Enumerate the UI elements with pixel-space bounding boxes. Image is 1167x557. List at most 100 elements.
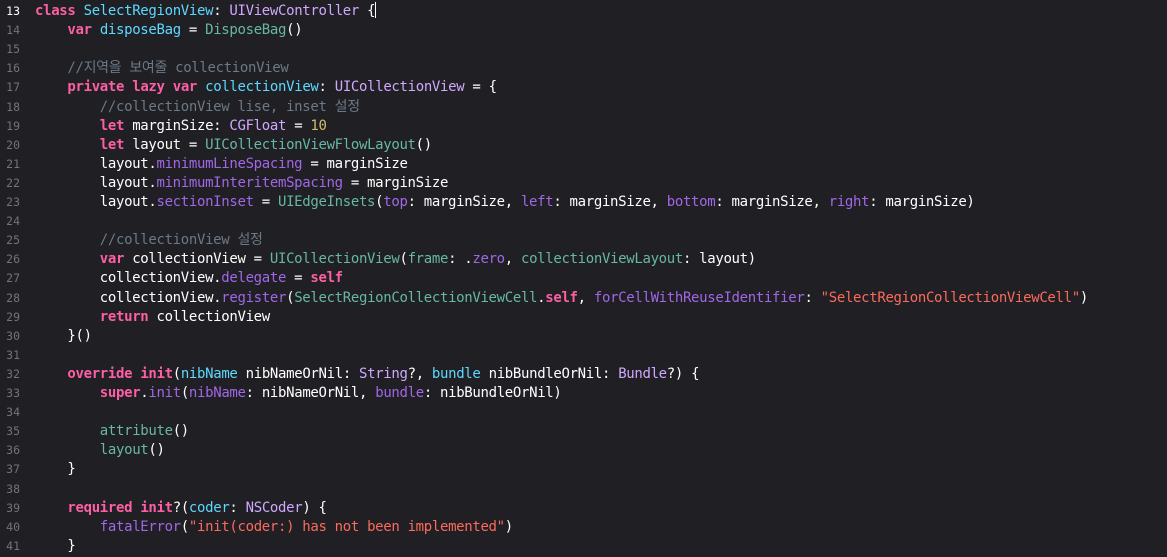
code-line[interactable]: 34 (0, 403, 1167, 422)
code-line[interactable]: 15 (0, 40, 1167, 59)
code-line[interactable]: 24 (0, 212, 1167, 231)
code-token: ( (399, 251, 408, 268)
code-token: init (148, 385, 181, 401)
line-code: required init?(coder: NSCoder) { (35, 499, 327, 518)
code-token: ( (180, 385, 189, 401)
line-number: 20 (6, 137, 20, 152)
code-line[interactable]: 22 layout.minimumInteritemSpacing = marg… (0, 174, 1167, 193)
code-line[interactable]: 14 var disposeBag = DisposeBag() (0, 21, 1167, 40)
code-token: "SelectRegionCollectionViewCell" (820, 289, 1081, 306)
code-token: () (148, 442, 165, 459)
line-code: layout() (35, 441, 165, 460)
code-line[interactable]: 16 //지역을 보여줄 collectionView (0, 59, 1167, 78)
line-number: 23 (6, 195, 20, 209)
code-line[interactable]: 32 override init(nibName nibNameOrNil: S… (0, 365, 1167, 384)
code-token: : . (448, 251, 473, 268)
code-token: : layout) (682, 251, 756, 268)
code-token: = (180, 22, 206, 39)
line-code: collectionView.delegate = self (35, 269, 343, 288)
line-code: }() (35, 327, 92, 346)
code-line[interactable]: 13 class SelectRegionView: UIViewControll… (0, 2, 1167, 21)
code-token: UICollectionViewFlowLayout (205, 136, 416, 153)
code-token: : nibBundleOrNil) (423, 385, 562, 401)
line-number: 27 (6, 271, 20, 286)
code-line[interactable]: 19 let marginSize: CGFloat = 10 (0, 117, 1167, 136)
code-token: SelectRegionView (83, 3, 214, 19)
code-token: //collectionView 설정 (99, 232, 263, 249)
code-token: self (545, 289, 578, 306)
line-number: 33 (6, 386, 20, 400)
line-number: 30 (6, 328, 20, 343)
code-token: collectionView. (35, 289, 222, 306)
line-number: 16 (6, 61, 20, 76)
code-token: layout. (35, 155, 157, 172)
line-number: 29 (6, 309, 20, 324)
code-token: right (828, 194, 870, 210)
line-code: layout.minimumInteritemSpacing = marginS… (35, 174, 449, 193)
code-editor[interactable]: 13 class SelectRegionView: UIViewControll… (0, 0, 1167, 557)
code-token: : (229, 499, 246, 516)
code-token: layout. (35, 194, 157, 210)
code-line[interactable]: 41 } (0, 537, 1167, 556)
code-line[interactable]: 29 return collectionView (0, 308, 1167, 327)
line-number: 35 (6, 424, 20, 439)
code-token: } (35, 461, 76, 478)
code-line[interactable]: 37 } (0, 460, 1167, 479)
code-line[interactable]: 40 fatalError("init(coder:) has not been… (0, 518, 1167, 537)
code-line[interactable]: 33 super.init(nibName: nibNameOrNil, bun… (0, 384, 1167, 403)
code-token: String (359, 365, 408, 382)
line-number: 18 (6, 99, 20, 114)
code-token: super (99, 385, 141, 401)
code-token: register (221, 289, 287, 306)
code-token: minimumInteritemSpacing (156, 174, 343, 191)
code-token: = (286, 117, 311, 134)
code-line[interactable]: 25 //collectionView 설정 (0, 231, 1167, 250)
code-token: ?) { (666, 365, 700, 382)
code-token: 10 (310, 117, 327, 134)
line-number: 40 (6, 519, 20, 534)
code-line[interactable]: 20 let layout = UICollectionViewFlowLayo… (0, 136, 1167, 155)
line-number: 25 (6, 233, 20, 248)
code-line[interactable]: 31 (0, 346, 1167, 365)
code-token: : marginSize, (715, 194, 829, 210)
code-line[interactable]: 36 layout() (0, 441, 1167, 460)
code-token: () (172, 423, 190, 440)
code-line[interactable]: 23 layout.sectionInset = UIEdgeInsets(to… (0, 193, 1167, 212)
code-token: nibName (180, 365, 238, 382)
code-line[interactable]: 39 required init?(coder: NSCoder) { (0, 499, 1167, 518)
code-token: private (67, 79, 125, 96)
code-token: sectionInset (156, 194, 254, 210)
code-token: delegate (221, 270, 287, 287)
code-line[interactable]: 30 }() (0, 327, 1167, 346)
code-token: UIViewController (229, 3, 359, 19)
line-code: fatalError("init(coder:) has not been im… (35, 518, 513, 537)
code-line[interactable]: 26 var collectionView = UICollectionView… (0, 250, 1167, 269)
line-code: let layout = UICollectionViewFlowLayout(… (35, 136, 432, 155)
code-line[interactable]: 21 layout.minimumLineSpacing = marginSiz… (0, 155, 1167, 174)
code-token: : marginSize, (407, 194, 521, 210)
code-line[interactable]: 28 collectionView.register(SelectRegionC… (0, 289, 1167, 308)
code-line[interactable]: 17 private lazy var collectionView: UICo… (0, 78, 1167, 97)
code-token: collectionView (205, 79, 319, 96)
code-line[interactable]: 27 collectionView.delegate = self (0, 269, 1167, 288)
code-line[interactable]: 18 //collectionView lise, inset 설정 (0, 98, 1167, 117)
code-token: ) (504, 518, 513, 535)
code-token: zero (472, 251, 505, 268)
code-line[interactable]: 38 (0, 480, 1167, 499)
line-number: 41 (6, 538, 20, 553)
code-token: DisposeBag (205, 22, 287, 39)
code-token: var (99, 251, 125, 268)
code-line[interactable]: 35 attribute() (0, 422, 1167, 441)
code-token: : marginSize, (553, 194, 667, 210)
code-token: { (359, 3, 376, 19)
code-token: bundle (431, 365, 481, 382)
